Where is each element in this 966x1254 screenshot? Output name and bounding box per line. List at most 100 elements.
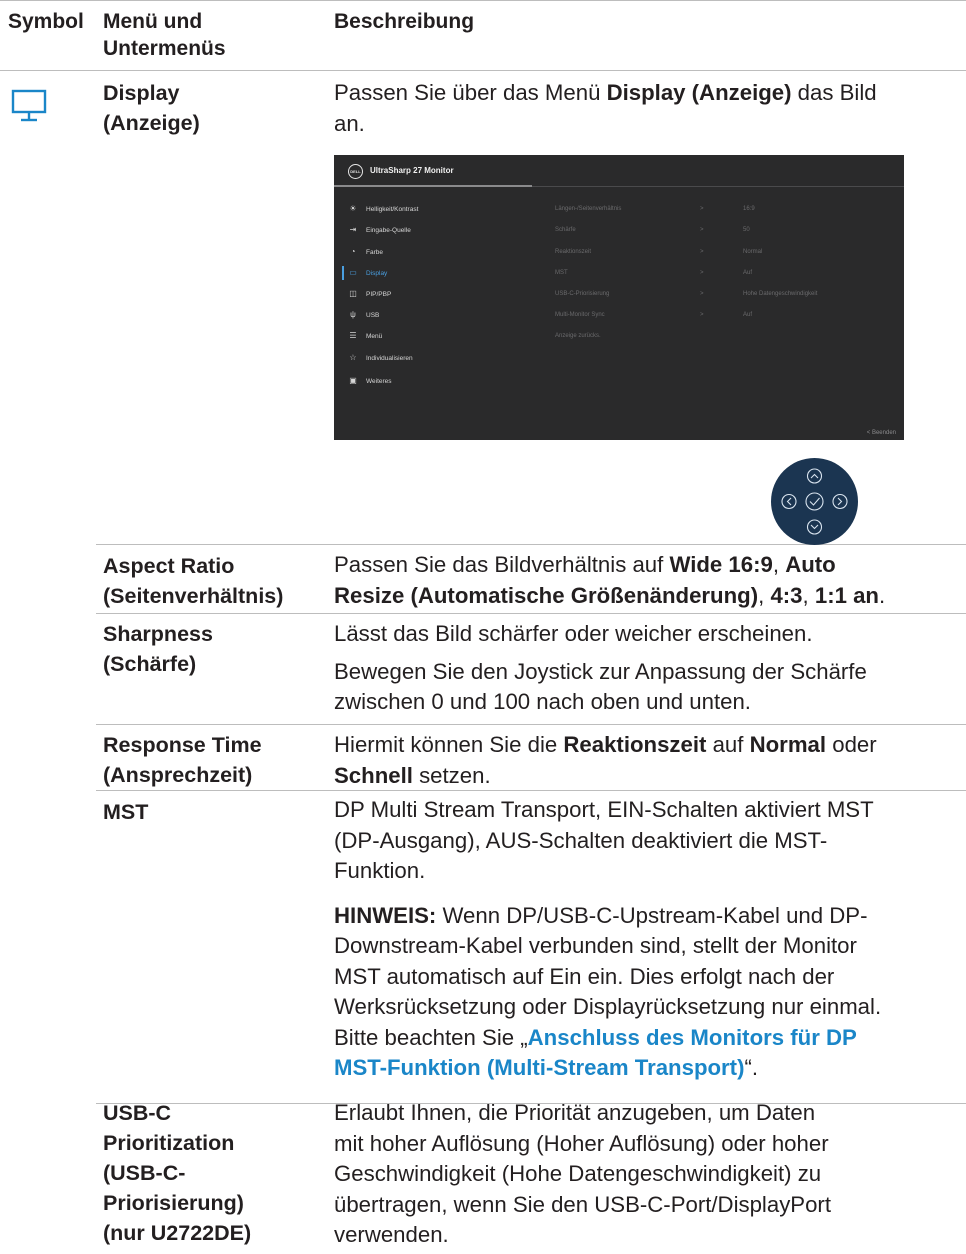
header-menu: Menü und Untermenüs bbox=[103, 8, 226, 62]
aspect-text: , bbox=[802, 582, 815, 608]
osd-menu-item[interactable]: ◫ PIP/PBP bbox=[346, 287, 526, 301]
osd-submenu-label[interactable]: USB-C-Priorisierung bbox=[555, 287, 609, 301]
response-text: setzen. bbox=[412, 762, 491, 788]
usbc-name-line: Priorisierung) bbox=[103, 1191, 244, 1215]
aspect-text: , bbox=[758, 582, 771, 608]
sharpness-line1: Lässt das Bild schärfer oder weicher ers… bbox=[334, 621, 813, 646]
mst-line1: DP Multi Stream Transport, EIN-Schalten … bbox=[334, 797, 874, 822]
osd-submenu-label[interactable]: Reaktionszeit bbox=[555, 245, 591, 259]
mst-note: Bitte beachten Sie „ bbox=[334, 1024, 528, 1050]
response-text: oder bbox=[826, 732, 877, 757]
response-text: Hiermit können Sie die bbox=[334, 732, 564, 757]
row-name-display: Display (Anzeige) bbox=[103, 78, 323, 138]
mst-link[interactable]: MST-Funktion (Multi-Stream Transport) bbox=[334, 1055, 744, 1080]
display-name-line1: Display bbox=[103, 81, 180, 105]
osd-submenu-value: Auf bbox=[743, 312, 753, 318]
table-top-rule bbox=[0, 0, 966, 1]
mst-link[interactable]: Anschluss des Monitors für DP bbox=[528, 1025, 857, 1050]
usbc-name-line: (nur U2722DE) bbox=[103, 1221, 252, 1245]
sharpness-name-line2: (Schärfe) bbox=[103, 652, 197, 676]
header-menu-line1: Menü und bbox=[103, 10, 203, 33]
osd-active-indicator bbox=[342, 266, 344, 280]
aspect-bold: Wide 16:9 bbox=[669, 552, 773, 577]
aspect-bold: 1:1 an bbox=[814, 582, 879, 608]
row-desc-display: Passen Sie über das Menü Display (Anzeig… bbox=[334, 78, 960, 139]
osd-menu-label: USB bbox=[366, 312, 380, 319]
osd-submenu-label[interactable]: MST bbox=[555, 266, 568, 280]
joystick-icon bbox=[771, 458, 858, 545]
osd-submenu-label[interactable]: Schärfe bbox=[555, 223, 576, 237]
osd-submenu-label[interactable]: Multi-Monitor Sync bbox=[555, 308, 605, 322]
usbc-line: verwenden. bbox=[334, 1222, 449, 1247]
osd-menu-label: Eingabe-Quelle bbox=[366, 227, 411, 234]
row-name-usbc-prioritization: USB-C Prioritization (USB-C- Priorisieru… bbox=[103, 1098, 323, 1248]
row-name-sharpness: Sharpness (Schärfe) bbox=[103, 619, 323, 679]
row-name-aspect-ratio: Aspect Ratio (Seitenverhältnis) bbox=[103, 551, 323, 611]
header-symbol: Symbol bbox=[8, 10, 84, 33]
brightness-icon: ☀ bbox=[349, 204, 357, 213]
usb-icon: ψ bbox=[350, 310, 356, 319]
sharpness-name-line1: Sharpness bbox=[103, 622, 213, 646]
mst-note: Downstream-Kabel verbunden sind, stellt … bbox=[334, 933, 857, 958]
display-name-line2: (Anzeige) bbox=[103, 111, 200, 135]
osd-submenu-value: Auf bbox=[743, 270, 753, 276]
osd-submenu-value: 50 bbox=[743, 227, 750, 233]
row-name-response-time: Response Time (Ansprechzeit) bbox=[103, 730, 323, 790]
display-desc-bold: Display (Anzeige) bbox=[606, 80, 792, 105]
osd-menu-item[interactable]: ☆ Individualisieren bbox=[346, 351, 526, 365]
mst-line2: (DP-Ausgang), AUS-Schalten deaktiviert d… bbox=[334, 827, 828, 853]
chevron-right-icon: > bbox=[700, 249, 704, 255]
row-rule bbox=[96, 613, 966, 614]
pip-pbp-icon: ◫ bbox=[349, 289, 357, 298]
aspect-text: . bbox=[878, 582, 886, 608]
osd-title-bar: DELL UltraSharp 27 Monitor bbox=[334, 155, 904, 187]
response-name-line1: Response Time bbox=[103, 733, 262, 757]
mst-note-label: HINWEIS: bbox=[334, 902, 437, 928]
osd-submenu-value: Hohe Datengeschwindigkeit bbox=[743, 291, 818, 297]
chevron-right-icon: > bbox=[700, 291, 704, 297]
osd-menu-item[interactable]: ⇥ Eingabe-Quelle bbox=[346, 223, 526, 237]
display-icon: ▭ bbox=[349, 268, 357, 277]
response-text: auf bbox=[706, 732, 750, 757]
row-desc-usbc-prioritization: Erlaubt Ihnen, die Priorität anzugeben, … bbox=[334, 1098, 960, 1251]
star-icon: ☆ bbox=[349, 353, 357, 362]
display-desc-pre: Passen Sie über das Menü bbox=[334, 80, 607, 105]
osd-menu-item[interactable]: ◔ Farbe bbox=[346, 245, 526, 259]
header-rule bbox=[0, 70, 966, 71]
input-source-icon: ⇥ bbox=[349, 225, 357, 234]
mst-note: Wenn DP/USB-C-Upstream-Kabel und DP- bbox=[436, 902, 868, 928]
mst-line3: Funktion. bbox=[334, 858, 426, 883]
sharpness-line2: Bewegen Sie den Joystick zur Anpassung d… bbox=[334, 658, 867, 684]
osd-submenu-label[interactable]: Anzeige zurücks. bbox=[555, 329, 601, 343]
osd-menu-item[interactable]: ψ USB bbox=[346, 308, 526, 322]
osd-menu-item[interactable]: ▣ Weiteres bbox=[346, 374, 526, 388]
aspect-text: Passen Sie das Bildverhältnis auf bbox=[334, 552, 670, 577]
osd-menu-item[interactable]: ▭ Display bbox=[346, 266, 526, 280]
osd-submenu-value: 16:9 bbox=[743, 206, 755, 212]
others-icon: ▣ bbox=[349, 376, 357, 385]
osd-screenshot: DELL UltraSharp 27 Monitor ☀ Helligkeit/K… bbox=[334, 155, 904, 440]
header-menu-line2: Untermenüs bbox=[103, 37, 226, 60]
osd-menu-item[interactable]: ☰ Menü bbox=[346, 329, 526, 343]
display-desc-post: das Bild bbox=[791, 80, 877, 105]
response-bold: Normal bbox=[749, 732, 827, 757]
aspect-text: , bbox=[772, 552, 786, 577]
response-bold: Reaktionszeit bbox=[563, 732, 707, 757]
aspect-bold: Resize (Automatische Größenänderung) bbox=[334, 582, 759, 608]
osd-submenu-value: Normal bbox=[743, 249, 763, 255]
osd-menu-label: Weiteres bbox=[366, 378, 392, 385]
sharpness-line3: zwischen 0 und 100 nach oben und unten. bbox=[334, 689, 751, 714]
osd-submenu-label[interactable]: Längen-/Seitenverhältnis bbox=[555, 202, 621, 216]
usbc-name-line: USB-C bbox=[103, 1101, 172, 1125]
joystick-glyph bbox=[781, 468, 848, 535]
osd-menu-label: Helligkeit/Kontrast bbox=[366, 206, 419, 213]
usbc-line: Erlaubt Ihnen, die Priorität anzugeben, … bbox=[334, 1100, 816, 1125]
chevron-right-icon: > bbox=[700, 227, 704, 233]
osd-exit-button[interactable]: < Beenden bbox=[867, 430, 896, 436]
menu-icon: ☰ bbox=[349, 331, 357, 340]
aspect-bold: 4:3 bbox=[770, 582, 803, 608]
osd-title: UltraSharp 27 Monitor bbox=[370, 166, 454, 175]
usbc-line: übertragen, wenn Sie den USB-C-Port/Disp… bbox=[334, 1191, 831, 1217]
aspect-name-line2: (Seitenverhältnis) bbox=[103, 584, 284, 608]
osd-menu-item[interactable]: ☀ Helligkeit/Kontrast bbox=[346, 202, 526, 216]
